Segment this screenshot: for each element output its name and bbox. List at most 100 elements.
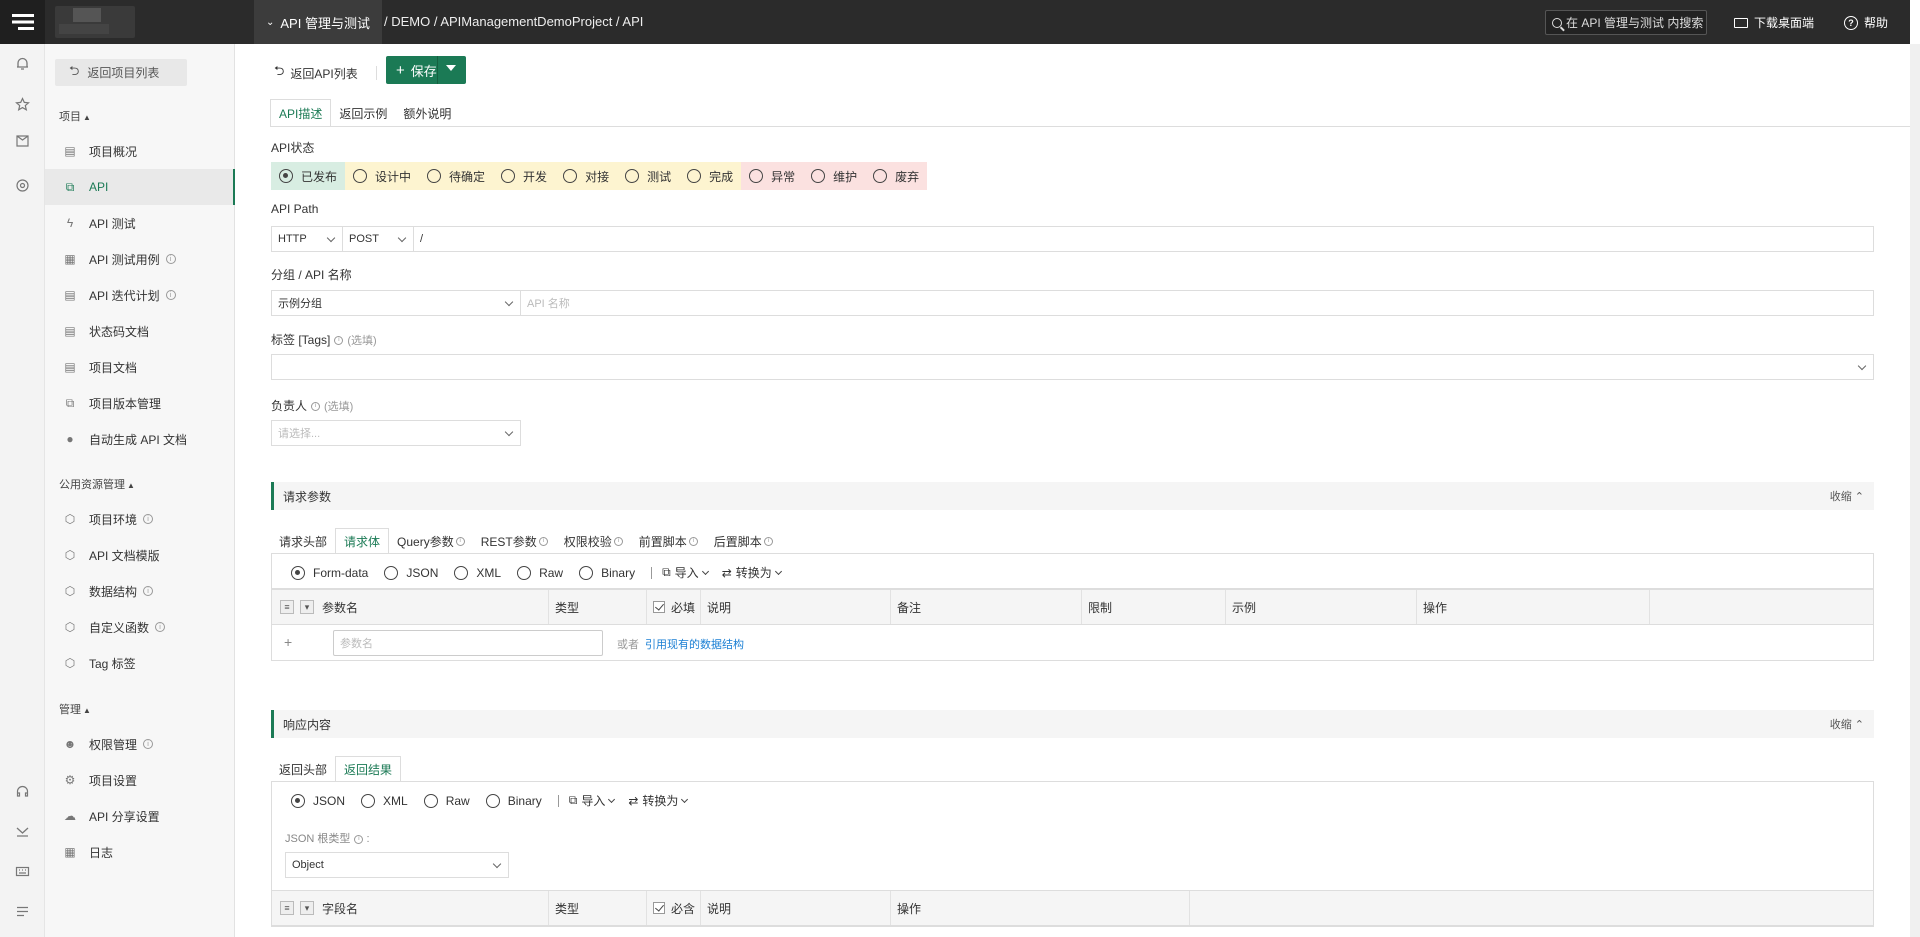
settings-icon[interactable] <box>14 178 31 195</box>
sidebar-item-api-test[interactable]: ϟ API 测试 <box>45 205 235 241</box>
help-button[interactable]: ? 帮助 <box>1844 14 1888 31</box>
tab-response-body[interactable]: 返回结果 <box>335 756 402 782</box>
group-select[interactable]: 示例分组 <box>271 290 521 316</box>
sidebar-item-tags[interactable]: ⬡ Tag 标签 <box>45 645 235 681</box>
star-icon[interactable] <box>14 97 31 114</box>
tab-pre-script[interactable]: 前置脚本 i <box>631 528 706 554</box>
tags-select[interactable] <box>271 354 1874 380</box>
status-option-maintenance[interactable]: 维护 <box>803 162 866 190</box>
status-option-pending[interactable]: 待确定 <box>419 162 494 190</box>
response-collapse-button[interactable]: 收缩 ⌃ <box>1830 716 1864 732</box>
json-root-type-select[interactable]: Object <box>285 852 509 878</box>
tab-request-headers[interactable]: 请求头部 <box>271 528 335 554</box>
status-option-designing[interactable]: 设计中 <box>345 162 420 190</box>
tab-request-body[interactable]: 请求体 <box>335 528 390 554</box>
status-label: 测试 <box>647 169 672 184</box>
sidebar-item-data-structures[interactable]: ⬡ 数据结构 i <box>45 573 235 609</box>
format-raw[interactable]: Raw <box>517 565 563 580</box>
inbox-icon[interactable] <box>14 133 31 150</box>
sidebar-item-custom-functions[interactable]: ⬡ 自定义函数 i <box>45 609 235 645</box>
global-search-input[interactable]: 在 API 管理与测试 内搜索 <box>1545 10 1707 35</box>
checkbox-icon[interactable] <box>653 601 665 613</box>
radio-icon <box>353 169 368 183</box>
tab-auth[interactable]: 权限校验 i <box>556 528 631 554</box>
sidebar-item-test-cases[interactable]: ▦ API 测试用例 i <box>45 241 235 277</box>
sidebar-item-auto-doc[interactable]: ● 自动生成 API 文档 <box>45 421 235 457</box>
import-button[interactable]: ⧉ 导入 <box>662 564 709 581</box>
response-convert-button[interactable]: ⇄ 转换为 <box>628 792 689 809</box>
protocol-select[interactable]: HTTP <box>271 226 343 252</box>
menu-lines-icon[interactable] <box>14 904 31 921</box>
return-arrow-icon: ⮌ <box>69 62 80 78</box>
reference-data-structure-link[interactable]: 引用现有的数据结构 <box>645 639 744 651</box>
caret-down-icon[interactable]: ▾ <box>300 600 314 614</box>
status-option-developing[interactable]: 开发 <box>493 162 556 190</box>
status-option-deprecated[interactable]: 废弃 <box>865 162 928 190</box>
sidebar-item-permissions[interactable]: ☻ 权限管理 i <box>45 726 235 762</box>
format-binary[interactable]: Binary <box>579 565 635 580</box>
add-row-icon[interactable]: + <box>284 634 292 650</box>
sidebar-item-api[interactable]: ⧉ API <box>45 169 235 205</box>
tab-rest-params[interactable]: REST参数 i <box>473 528 556 554</box>
tab-return-example[interactable]: 返回示例 <box>331 99 395 127</box>
tab-api-description[interactable]: API描述 <box>270 99 332 127</box>
headset-icon[interactable] <box>14 784 31 801</box>
response-format-xml[interactable]: XML <box>361 793 408 808</box>
response-format-json[interactable]: JSON <box>291 793 346 808</box>
sidebar-section-shared[interactable]: 公用资源管理 ▲ <box>59 476 135 492</box>
sidebar-section-project[interactable]: 项目 ▲ <box>59 108 91 124</box>
project-selector[interactable]: ⌄ API 管理与测试 <box>254 0 382 44</box>
sidebar-item-overview[interactable]: ▤ 项目概况 <box>45 133 235 169</box>
sidebar-item-project-docs[interactable]: ▤ 项目文档 <box>45 349 235 385</box>
format-label: XML <box>476 565 502 580</box>
caret-down-icon[interactable]: ▾ <box>300 901 314 915</box>
method-select[interactable]: POST <box>342 226 414 252</box>
status-option-testing[interactable]: 测试 <box>617 162 680 190</box>
convert-button[interactable]: ⇄ 转换为 <box>722 564 782 581</box>
caret-down-icon[interactable] <box>446 65 456 71</box>
tab-response-headers[interactable]: 返回头部 <box>271 756 335 782</box>
status-option-abnormal[interactable]: 异常 <box>741 162 804 190</box>
save-button[interactable]: + 保存 <box>386 56 466 84</box>
status-option-integrating[interactable]: 对接 <box>555 162 618 190</box>
sidebar-item-versions[interactable]: ⧉ 项目版本管理 <box>45 385 235 421</box>
checkbox-icon[interactable] <box>653 902 665 914</box>
download-icon[interactable] <box>14 824 31 841</box>
format-form-data[interactable]: Form-data <box>291 565 368 580</box>
format-xml[interactable]: XML <box>454 565 502 580</box>
app-logo[interactable] <box>0 0 45 44</box>
status-label: 设计中 <box>375 169 412 184</box>
format-label: JSON <box>313 793 346 808</box>
sidebar-item-iteration-plan[interactable]: ▤ API 迭代计划 i <box>45 277 235 313</box>
sidebar-item-logs[interactable]: ▦ 日志 <box>45 834 235 870</box>
response-format-raw[interactable]: Raw <box>423 793 470 808</box>
param-name-input[interactable]: 参数名 <box>333 630 603 656</box>
format-json[interactable]: JSON <box>384 565 438 580</box>
tab-query-params[interactable]: Query参数 i <box>389 528 473 554</box>
section-title: 管理 <box>59 704 81 716</box>
list-toggle-icon[interactable]: ≡ <box>280 901 294 915</box>
sidebar-item-environments[interactable]: ⬡ 项目环境 i <box>45 501 235 537</box>
download-desktop-button[interactable]: 下载桌面端 <box>1734 14 1814 31</box>
tab-post-script[interactable]: 后置脚本 i <box>706 528 781 554</box>
tab-extra-notes[interactable]: 额外说明 <box>395 99 459 127</box>
list-toggle-icon[interactable]: ≡ <box>280 600 294 614</box>
page-scrollbar[interactable] <box>1910 44 1920 937</box>
api-name-input[interactable]: API 名称 <box>520 290 1874 316</box>
sidebar-item-doc-templates[interactable]: ⬡ API 文档模版 <box>45 537 235 573</box>
sidebar-item-share-settings[interactable]: ☁ API 分享设置 <box>45 798 235 834</box>
request-collapse-button[interactable]: 收缩 ⌃ <box>1830 488 1864 504</box>
status-option-published[interactable]: 已发布 <box>271 162 346 190</box>
back-to-projects-button[interactable]: ⮌ 返回项目列表 <box>55 59 187 86</box>
response-import-button[interactable]: ⧉ 导入 <box>569 792 616 809</box>
keyboard-icon[interactable] <box>14 864 31 881</box>
api-path-input[interactable]: / <box>413 226 1874 252</box>
response-format-binary[interactable]: Binary <box>485 793 542 808</box>
sidebar-section-admin[interactable]: 管理 ▲ <box>59 701 91 717</box>
status-option-complete[interactable]: 完成 <box>679 162 742 190</box>
owner-select[interactable]: 请选择... <box>271 420 521 446</box>
back-to-api-list-button[interactable]: ⮌ 返回API列表 <box>274 62 358 84</box>
sidebar-item-status-codes[interactable]: ▤ 状态码文档 <box>45 313 235 349</box>
sidebar-item-project-settings[interactable]: ⚙ 项目设置 <box>45 762 235 798</box>
bell-icon[interactable] <box>14 56 31 73</box>
